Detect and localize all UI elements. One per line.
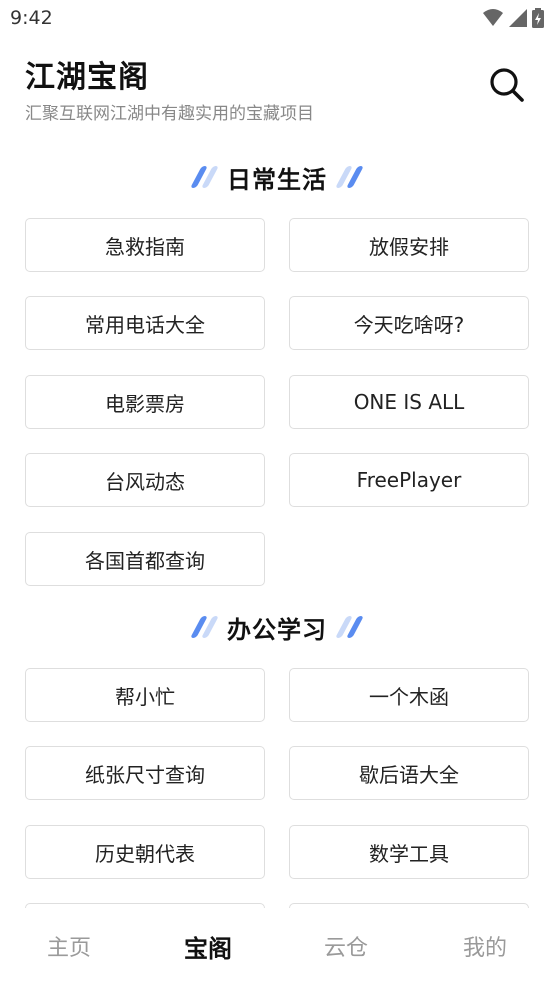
tool-button-dynasties[interactable]: 历史朝代表: [25, 825, 265, 879]
status-bar: 9:42: [0, 0, 554, 36]
section-title: 日常生活: [227, 165, 327, 194]
wifi-icon: [483, 9, 503, 26]
nav-item-mine[interactable]: 我的: [416, 930, 554, 962]
tool-button-wooden-box[interactable]: 一个木函: [289, 668, 529, 722]
tool-button-typhoon[interactable]: 台风动态: [25, 453, 265, 507]
tool-button-math-tools[interactable]: 数学工具: [289, 825, 529, 879]
decor-slashes-left: [190, 166, 219, 188]
tool-button-first-aid[interactable]: 急救指南: [25, 218, 265, 272]
section-header-daily-life: 日常生活: [0, 155, 554, 199]
page-title: 江湖宝阁: [25, 60, 149, 95]
status-time: 9:42: [10, 7, 53, 29]
tool-button-phone-directory[interactable]: 常用电话大全: [25, 296, 265, 350]
tool-button-holiday-schedule[interactable]: 放假安排: [289, 218, 529, 272]
decor-slashes-right: [335, 166, 364, 188]
tool-button-box-office[interactable]: 电影票房: [25, 375, 265, 429]
nav-item-cloud[interactable]: 云仓: [277, 930, 415, 962]
content-scroll[interactable]: 日常生活 急救指南 放假安排 常用电话大全 今天吃啥呀? 电影票房 ONE IS…: [0, 140, 554, 908]
status-icons: [482, 8, 544, 28]
decor-slashes-left: [190, 616, 219, 638]
page-header: 江湖宝阁 汇聚互联网江湖中有趣实用的宝藏项目: [0, 50, 554, 130]
battery-charging-icon: [532, 8, 544, 28]
tool-button-freeplayer[interactable]: FreePlayer: [289, 453, 529, 507]
search-button[interactable]: [488, 66, 526, 104]
section-title: 办公学习: [227, 615, 327, 644]
tool-button-capitals[interactable]: 各国首都查询: [25, 532, 265, 586]
section-header-office-study: 办公学习: [0, 605, 554, 649]
tool-button-xiehouyu[interactable]: 歇后语大全: [289, 746, 529, 800]
tool-button-little-helper[interactable]: 帮小忙: [25, 668, 265, 722]
nav-item-treasure[interactable]: 宝阁: [139, 929, 277, 964]
tool-button-paper-size[interactable]: 纸张尺寸查询: [25, 746, 265, 800]
search-icon: [490, 68, 524, 102]
signal-icon: [509, 9, 527, 27]
bottom-nav: 主页 宝阁 云仓 我的: [0, 908, 554, 984]
page-subtitle: 汇聚互联网江湖中有趣实用的宝藏项目: [25, 104, 314, 124]
tool-button-what-to-eat[interactable]: 今天吃啥呀?: [289, 296, 529, 350]
decor-slashes-right: [335, 616, 364, 638]
tool-button-one-is-all[interactable]: ONE IS ALL: [289, 375, 529, 429]
nav-item-home[interactable]: 主页: [0, 930, 138, 962]
